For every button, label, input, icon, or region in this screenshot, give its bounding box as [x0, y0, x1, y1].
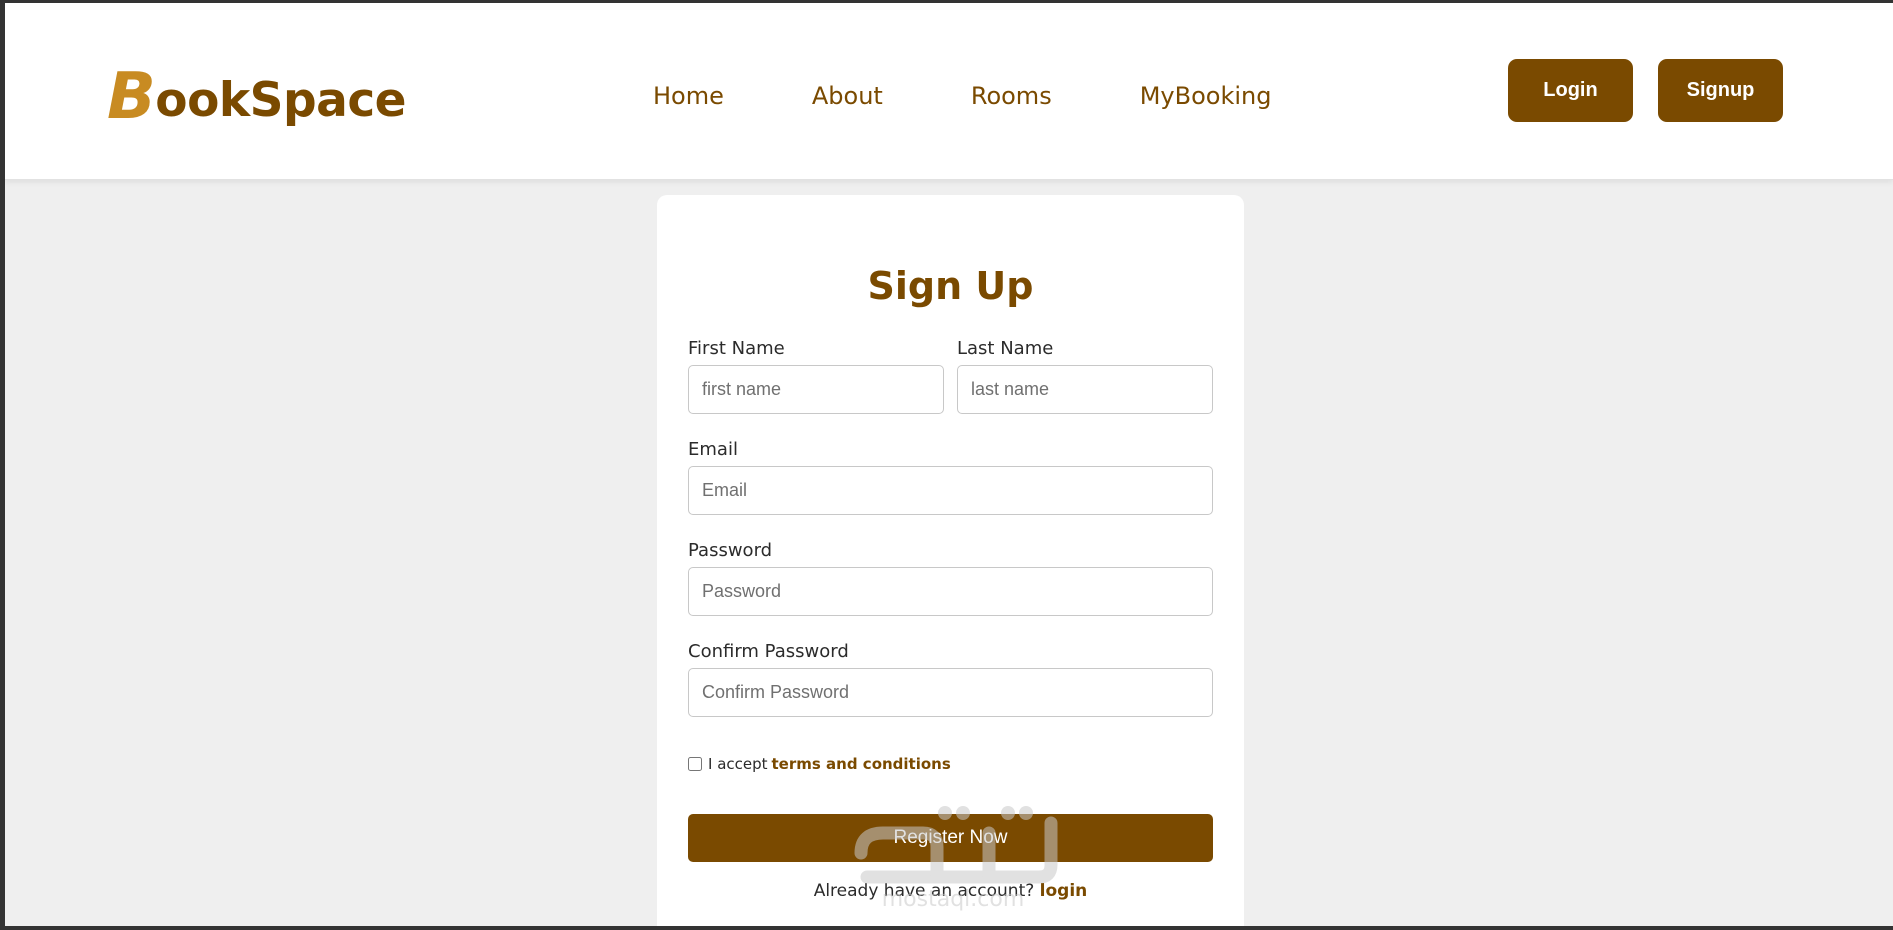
terms-link[interactable]: terms and conditions — [772, 755, 951, 773]
login-prompt-text: Already have an account? — [813, 881, 1035, 901]
confirm-password-label: Confirm Password — [688, 641, 849, 662]
browser-viewport: BookSpace Home About Rooms MyBooking Log… — [5, 3, 1893, 926]
email-label: Email — [688, 439, 738, 460]
brand-initial: B — [107, 60, 156, 134]
nav-about[interactable]: About — [812, 80, 883, 112]
navbar: BookSpace Home About Rooms MyBooking Log… — [5, 3, 1893, 180]
last-name-input[interactable] — [957, 365, 1213, 414]
last-name-label: Last Name — [957, 338, 1054, 359]
header-signup-button[interactable]: Signup — [1658, 59, 1783, 122]
password-label: Password — [688, 540, 773, 561]
terms-prefix: I accept — [708, 755, 768, 773]
confirm-password-input[interactable] — [688, 668, 1213, 717]
main-nav: Home About Rooms MyBooking — [653, 80, 1359, 112]
first-name-input[interactable] — [688, 365, 944, 414]
nav-mybooking[interactable]: MyBooking — [1140, 80, 1272, 112]
nav-home[interactable]: Home — [653, 80, 724, 112]
brand-logo[interactable]: BookSpace — [107, 63, 407, 129]
terms-checkbox[interactable] — [688, 757, 702, 771]
login-link[interactable]: login — [1040, 881, 1088, 901]
email-input[interactable] — [688, 466, 1213, 515]
register-button[interactable]: Register Now — [688, 814, 1213, 862]
brand-name: ookSpace — [155, 73, 407, 128]
terms-row: I accept terms and conditions — [688, 755, 951, 773]
signup-card: Sign Up First Name Last Name Email Passw… — [657, 195, 1244, 926]
login-prompt: Already have an account? login — [657, 881, 1244, 901]
form-title: Sign Up — [867, 264, 1034, 308]
header-login-button[interactable]: Login — [1508, 59, 1633, 122]
password-input[interactable] — [688, 567, 1213, 616]
nav-rooms[interactable]: Rooms — [971, 80, 1052, 112]
first-name-label: First Name — [688, 338, 785, 359]
